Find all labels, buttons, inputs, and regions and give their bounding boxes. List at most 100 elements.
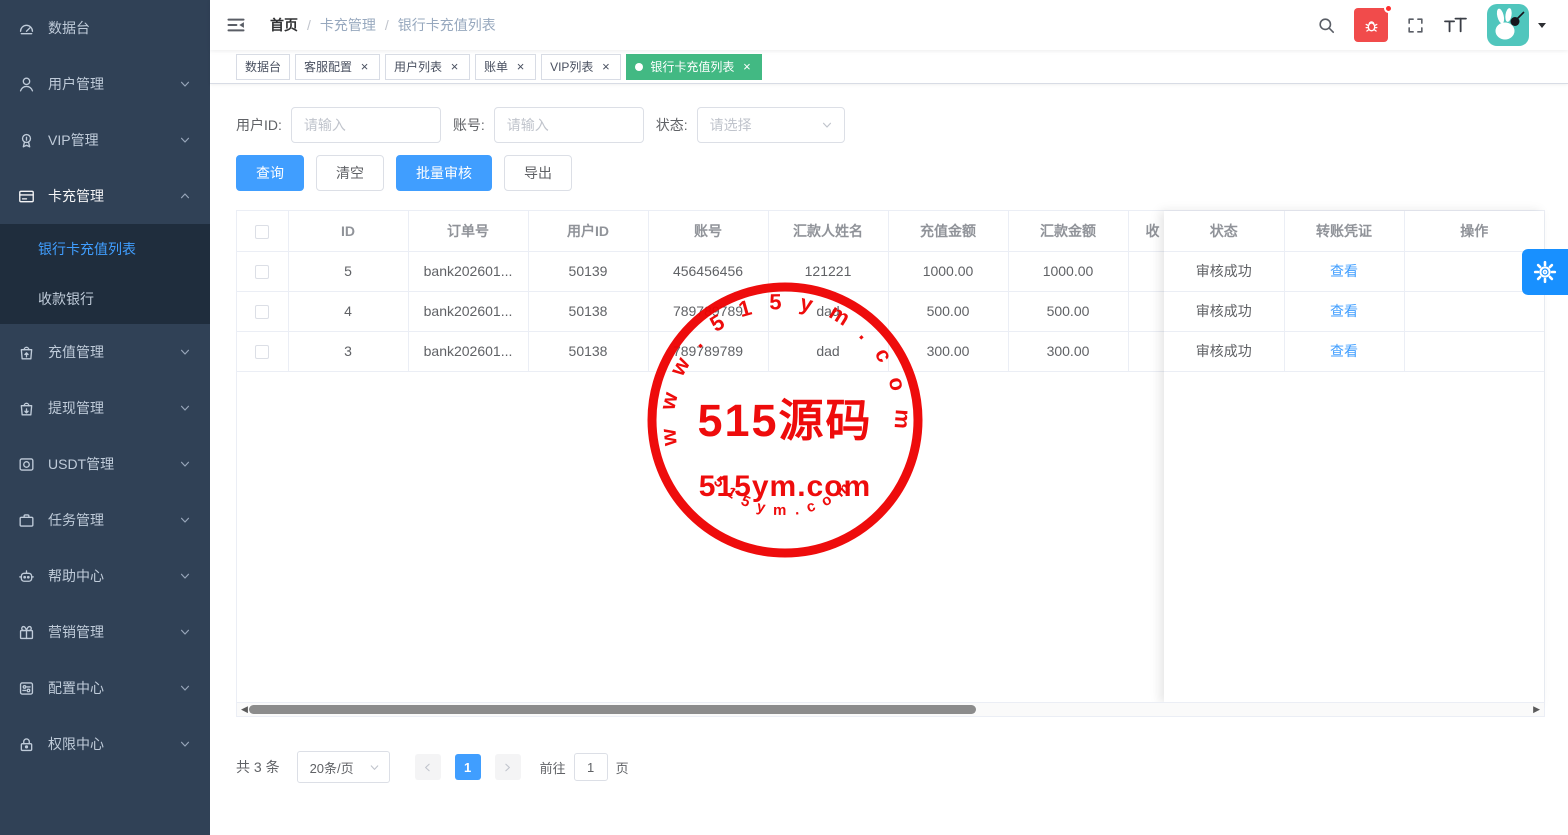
sidebar-item-label: 帮助中心 — [48, 566, 178, 586]
notification-dot — [1384, 4, 1393, 13]
sidebar-item-label: 用户管理 — [48, 74, 178, 94]
page-number-button[interactable]: 1 — [455, 754, 481, 780]
row-checkbox-cell — [237, 251, 288, 291]
error-log-button[interactable] — [1354, 8, 1388, 42]
scrollbar-thumb[interactable] — [249, 705, 976, 714]
breadcrumb-current: 银行卡充值列表 — [398, 15, 496, 35]
avatar[interactable] — [1487, 4, 1529, 46]
sidebar-item-card-recharge-management[interactable]: 卡充管理 — [0, 168, 210, 224]
cell-voucher: 查看 — [1284, 251, 1404, 291]
active-tab-dot — [635, 63, 643, 71]
view-voucher-link[interactable]: 查看 — [1330, 343, 1358, 359]
tab-bank-card-recharge-list[interactable]: 银行卡充值列表 × — [626, 54, 762, 80]
dashboard-icon — [17, 19, 36, 38]
chevron-down-icon — [178, 569, 192, 583]
cell-order-no: bank202601... — [408, 291, 528, 331]
tab-dashboard[interactable]: 数据台 — [236, 54, 290, 80]
close-icon[interactable]: × — [514, 60, 527, 73]
search-icon[interactable] — [1317, 16, 1336, 35]
horizontal-scrollbar[interactable]: ◀ ▶ — [237, 702, 1544, 716]
sidebar-submenu-card-recharge: 银行卡充值列表 收款银行 — [0, 224, 210, 324]
sidebar-item-config-center[interactable]: 配置中心 — [0, 660, 210, 716]
account-input[interactable] — [494, 107, 644, 143]
cell-user-id: 50139 — [528, 251, 648, 291]
tab-user-list[interactable]: 用户列表 × — [385, 54, 470, 80]
bag-arrow-down-icon — [17, 399, 36, 418]
sidebar-item-dashboard[interactable]: 数据台 — [0, 0, 210, 56]
export-button[interactable]: 导出 — [504, 155, 572, 191]
sidebar-item-task-management[interactable]: 任务管理 — [0, 492, 210, 548]
row-checkbox[interactable] — [255, 305, 269, 319]
chevron-left-icon — [421, 761, 434, 774]
page-size-value: 20条/页 — [310, 758, 354, 777]
cell-remit-amount: 1000.00 — [1008, 251, 1128, 291]
column-header-voucher: 转账凭证 — [1284, 211, 1404, 251]
cell-amount: 300.00 — [888, 331, 1008, 371]
caret-down-icon[interactable] — [1536, 19, 1548, 31]
breadcrumb-separator: / — [307, 17, 311, 33]
select-all-checkbox[interactable] — [255, 225, 269, 239]
sidebar-item-marketing-management[interactable]: 营销管理 — [0, 604, 210, 660]
goto-page-input[interactable] — [574, 753, 608, 781]
sidebar-item-help-center[interactable]: 帮助中心 — [0, 548, 210, 604]
close-icon[interactable]: × — [599, 60, 612, 73]
scroll-left-arrow-icon[interactable]: ◀ — [241, 703, 248, 716]
status-select[interactable]: 请选择 — [697, 107, 845, 143]
sidebar-subitem-label: 银行卡充值列表 — [38, 239, 136, 259]
table-header-row: 状态 转账凭证 操作 — [1164, 211, 1544, 251]
close-icon[interactable]: × — [740, 60, 753, 73]
sidebar-item-user-management[interactable]: 用户管理 — [0, 56, 210, 112]
cell-voucher: 查看 — [1284, 291, 1404, 331]
sidebar-item-vip-management[interactable]: VIP管理 — [0, 112, 210, 168]
view-voucher-link[interactable]: 查看 — [1330, 303, 1358, 319]
chevron-down-icon — [178, 737, 192, 751]
goto-label: 前往 — [540, 758, 566, 777]
page-size-select[interactable]: 20条/页 — [297, 751, 390, 783]
font-size-icon[interactable] — [1443, 15, 1467, 35]
fullscreen-icon[interactable] — [1406, 16, 1425, 35]
row-checkbox[interactable] — [255, 345, 269, 359]
page-unit-label: 页 — [616, 758, 629, 777]
tab-bill[interactable]: 账单 × — [475, 54, 536, 80]
prev-page-button[interactable] — [415, 754, 441, 780]
tab-vip-list[interactable]: VIP列表 × — [541, 54, 621, 80]
cell-payer-name: 121221 — [768, 251, 888, 291]
close-icon[interactable]: × — [448, 60, 461, 73]
sidebar-item-usdt-management[interactable]: USDT管理 — [0, 436, 210, 492]
tabs-bar: 数据台 客服配置 × 用户列表 × 账单 × VIP列表 × 银行卡充值列表 × — [210, 50, 1568, 84]
chevron-down-icon — [178, 133, 192, 147]
clear-button[interactable]: 清空 — [316, 155, 384, 191]
fixed-right-columns: 状态 转账凭证 操作 审核成功 查看 审核成功 查看 — [1164, 211, 1544, 703]
tab-customer-service-config[interactable]: 客服配置 × — [295, 54, 380, 80]
chevron-down-icon — [178, 77, 192, 91]
breadcrumb-card-recharge[interactable]: 卡充管理 — [320, 15, 376, 35]
sidebar-item-permission-center[interactable]: 权限中心 — [0, 716, 210, 772]
sidebar-item-withdraw-management[interactable]: 提现管理 — [0, 380, 210, 436]
sidebar-item-recharge-management[interactable]: 充值管理 — [0, 324, 210, 380]
scroll-right-arrow-icon[interactable]: ▶ — [1533, 703, 1540, 716]
tab-label: 数据台 — [245, 58, 281, 75]
settings-panel-button[interactable] — [1522, 249, 1568, 295]
batch-audit-button[interactable]: 批量审核 — [396, 155, 492, 191]
sidebar-item-bank-card-recharge-list[interactable]: 银行卡充值列表 — [0, 224, 210, 274]
page-jumper: 前往 页 — [540, 753, 629, 781]
view-voucher-link[interactable]: 查看 — [1330, 263, 1358, 279]
cell-payer-name: dad — [768, 291, 888, 331]
breadcrumb-home[interactable]: 首页 — [270, 15, 298, 35]
sidebar-item-label: 充值管理 — [48, 342, 178, 362]
sidebar-fold-icon[interactable] — [226, 15, 246, 35]
close-icon[interactable]: × — [358, 60, 371, 73]
cell-status: 审核成功 — [1164, 251, 1284, 291]
chevron-right-icon — [501, 761, 514, 774]
row-checkbox-cell — [237, 291, 288, 331]
rabbit-avatar-image — [1487, 4, 1529, 46]
bag-arrow-up-icon — [17, 343, 36, 362]
chevron-down-icon — [178, 457, 192, 471]
user-id-input[interactable] — [291, 107, 441, 143]
row-checkbox[interactable] — [255, 265, 269, 279]
next-page-button[interactable] — [495, 754, 521, 780]
cell-payer-name: dad — [768, 331, 888, 371]
search-button[interactable]: 查询 — [236, 155, 304, 191]
credit-card-icon — [17, 187, 36, 206]
sidebar-item-receiving-bank[interactable]: 收款银行 — [0, 274, 210, 324]
